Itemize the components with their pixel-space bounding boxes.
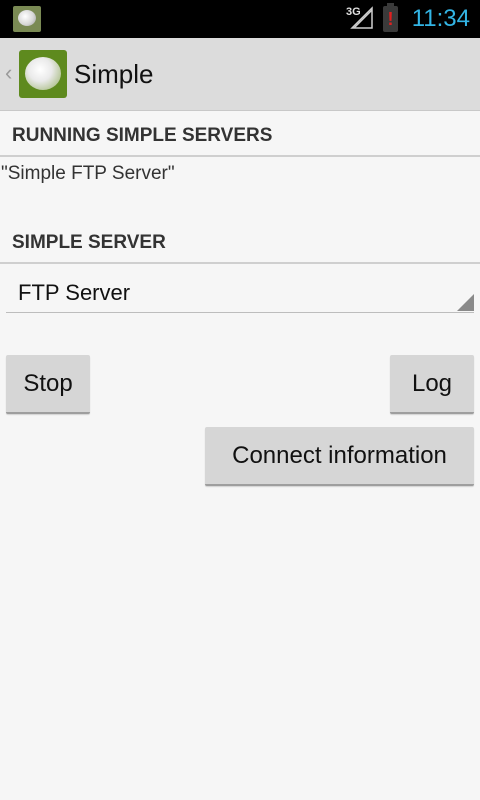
server-type-spinner[interactable]: FTP Server bbox=[6, 270, 474, 313]
battery-alert: ! bbox=[387, 9, 394, 29]
log-button[interactable]: Log bbox=[390, 355, 474, 414]
divider bbox=[0, 262, 480, 264]
running-server-item[interactable]: "Simple FTP Server" bbox=[1, 163, 175, 185]
app-notification-icon bbox=[13, 6, 41, 32]
action-bar: ‹ Simple bbox=[0, 38, 480, 111]
section-header-label: SIMPLE SERVER bbox=[12, 232, 166, 253]
network-signal-icon: 3G bbox=[346, 6, 374, 30]
stop-button[interactable]: Stop bbox=[6, 355, 90, 414]
divider bbox=[0, 155, 480, 157]
up-caret-icon[interactable]: ‹ bbox=[5, 60, 12, 86]
status-bar: 3G ! 11:34 bbox=[0, 0, 480, 38]
page-title: Simple bbox=[74, 59, 154, 89]
app-logo-icon[interactable] bbox=[19, 50, 67, 98]
running-servers-header: RUNNING SIMPLE SERVERS bbox=[0, 113, 480, 157]
spinner-arrow-icon bbox=[457, 294, 474, 311]
section-header-label: RUNNING SIMPLE SERVERS bbox=[12, 125, 273, 146]
connect-information-button[interactable]: Connect information bbox=[205, 427, 474, 486]
clock: 11:34 bbox=[411, 5, 470, 32]
signal-bars-icon bbox=[350, 6, 373, 29]
simple-server-header: SIMPLE SERVER bbox=[0, 220, 480, 264]
spinner-selected-value: FTP Server bbox=[18, 280, 131, 305]
battery-icon: ! bbox=[383, 3, 398, 32]
